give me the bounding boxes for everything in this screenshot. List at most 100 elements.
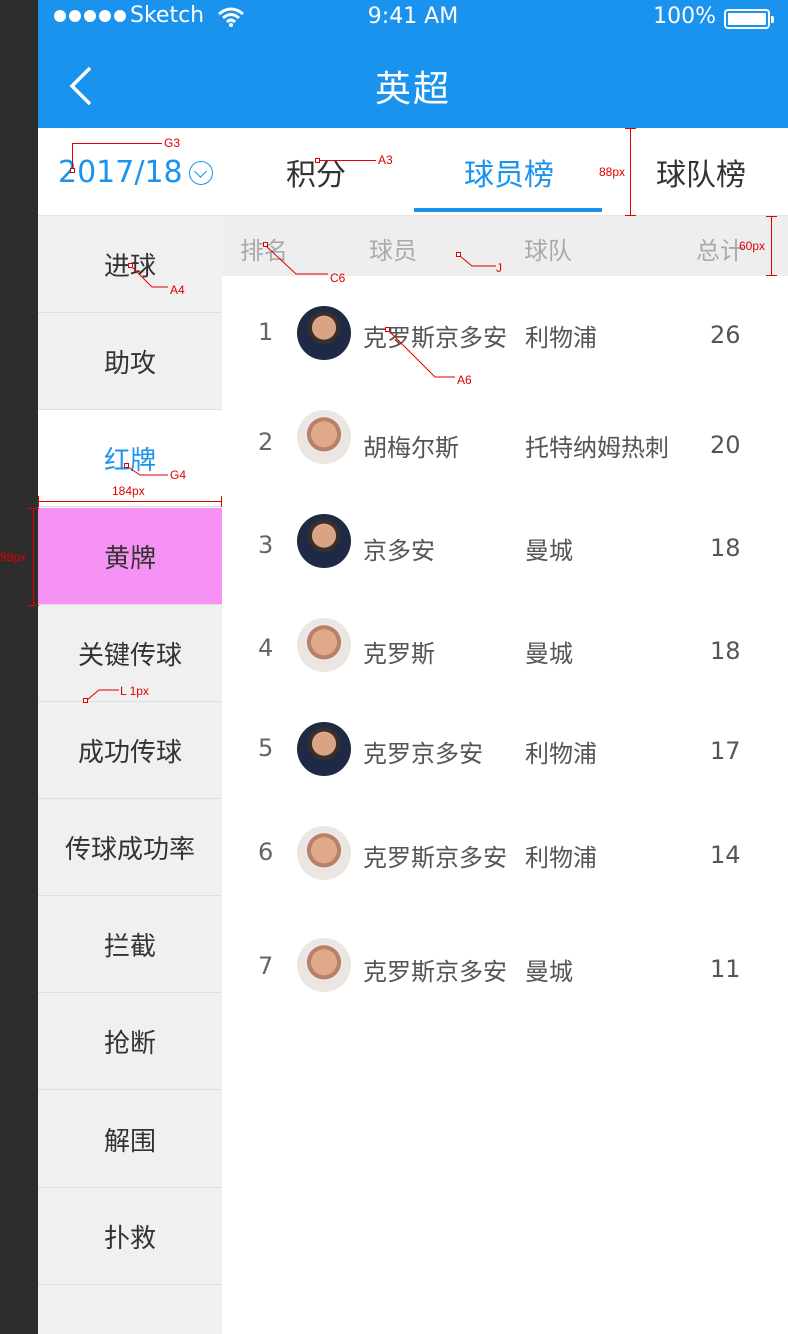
table-row[interactable]: 1 克罗斯京多安 利物浦 26 (222, 276, 788, 380)
sidebar-item-yellow-cards[interactable]: 黄牌 (38, 508, 222, 605)
annotation-98px: 98px (0, 550, 27, 564)
row-total: 26 (710, 321, 741, 349)
sidebar-item-label: 抢断 (103, 1028, 156, 1059)
status-bar: Sketch 9:41 AM 100% (38, 0, 788, 40)
row-team: 利物浦 (525, 324, 597, 352)
row-rank: 5 (258, 734, 274, 762)
row-team: 曼城 (525, 537, 573, 565)
sidebar-item-assists[interactable]: 助攻 (38, 313, 222, 410)
row-total: 11 (710, 955, 741, 983)
row-team: 曼城 (525, 958, 573, 986)
app-header: Sketch 9:41 AM 100% 英超 (38, 0, 788, 128)
avatar (297, 410, 351, 464)
table-row[interactable]: 6 克罗斯京多安 利物浦 14 (222, 796, 788, 900)
tab-player-ranking[interactable]: 球员榜 (464, 150, 554, 194)
row-total: 17 (710, 737, 741, 765)
annotation-l-1px: L 1px (120, 684, 149, 698)
annotation-dimension (28, 508, 39, 509)
row-team: 利物浦 (525, 740, 597, 768)
annotation-dimension (38, 496, 39, 507)
chevron-down-icon (188, 160, 213, 185)
sidebar-item-label: 传球成功率 (64, 834, 195, 865)
annotation-dimension (38, 501, 222, 502)
annotation-leader (131, 266, 168, 288)
row-rank: 1 (258, 318, 274, 346)
battery-icon (724, 9, 774, 29)
avatar (297, 826, 351, 880)
table-row[interactable]: 3 京多安 曼城 18 (222, 484, 788, 588)
annotation-dimension (771, 216, 772, 276)
top-tab-bar: 2017/18 积分 球员榜 球队榜 (38, 128, 788, 216)
avatar (297, 722, 351, 776)
season-selector[interactable]: 2017/18 (58, 155, 213, 190)
annotation-leader (459, 255, 496, 267)
sidebar-item-label: 扑救 (103, 1223, 156, 1254)
sidebar-item-label: 助攻 (103, 348, 156, 379)
tab-standings[interactable]: 积分 (286, 150, 346, 194)
row-player: 克罗京多安 (363, 740, 483, 768)
annotation-a4: A4 (170, 283, 185, 297)
sidebar-item-label: 成功传球 (77, 737, 182, 768)
avatar (297, 618, 351, 672)
row-total: 20 (710, 431, 741, 459)
annotation-leader (320, 160, 376, 161)
avatar (297, 938, 351, 992)
row-rank: 2 (258, 428, 274, 456)
sidebar-item-pass-accuracy[interactable]: 传球成功率 (38, 799, 222, 896)
sidebar-item-label: 解围 (103, 1126, 156, 1157)
annotation-184px: 184px (112, 484, 145, 498)
sidebar-item-clearances[interactable]: 解围 (38, 1091, 222, 1188)
annotation-dimension (766, 275, 777, 276)
annotation-dimension (625, 215, 636, 216)
table-row[interactable]: 7 克罗斯京多安 曼城 11 (222, 910, 788, 1014)
annotation-dimension (221, 496, 222, 507)
annotation-88px: 88px (599, 165, 626, 179)
tab-team-ranking[interactable]: 球队榜 (656, 150, 746, 194)
annotation-leader (72, 143, 73, 171)
sidebar-item-tackles[interactable]: 抢断 (38, 993, 222, 1090)
phone-screen: Sketch 9:41 AM 100% 英超 2017/18 积分 球员榜 球队… (38, 0, 788, 1334)
annotation-c6: C6 (330, 271, 346, 285)
annotation-g3: G3 (164, 136, 181, 150)
sidebar-item-successful-passes[interactable]: 成功传球 (38, 702, 222, 799)
page-title: 英超 (374, 69, 451, 110)
active-tab-indicator (414, 208, 602, 212)
annotation-a6: A6 (457, 373, 472, 387)
row-player: 克罗斯京多安 (363, 958, 507, 986)
sidebar-item-interceptions[interactable]: 拦截 (38, 896, 222, 993)
table-row[interactable]: 4 克罗斯 曼城 18 (222, 588, 788, 692)
annotation-leader (72, 143, 162, 144)
annotation-dimension (625, 128, 636, 129)
row-rank: 6 (258, 838, 274, 866)
annotation-marker (70, 168, 75, 173)
sidebar-item-label: 黄牌 (103, 543, 156, 574)
annotation-g4: G4 (170, 468, 187, 482)
row-rank: 3 (258, 531, 274, 559)
table-row[interactable]: 2 胡梅尔斯 托特纳姆热刺 20 (222, 380, 788, 484)
row-total: 18 (710, 637, 741, 665)
annotation-leader (86, 689, 119, 701)
table-row[interactable]: 5 克罗京多安 利物浦 17 (222, 692, 788, 796)
annotation-leader (388, 330, 455, 378)
row-team: 曼城 (525, 640, 573, 668)
battery-percent: 100% (653, 4, 716, 29)
header-player: 球员 (369, 237, 417, 265)
header-team: 球队 (524, 237, 572, 265)
row-total: 14 (710, 841, 741, 869)
row-player: 克罗斯京多安 (363, 844, 507, 872)
annotation-dimension (630, 128, 631, 216)
sidebar-item-saves[interactable]: 扑救 (38, 1188, 222, 1285)
annotation-j: J (496, 261, 502, 275)
annotation-60px: 60px (739, 239, 766, 253)
annotation-leader (265, 245, 328, 275)
annotation-dimension (766, 216, 777, 217)
sidebar-item-label: 关键传球 (77, 640, 182, 671)
season-value: 2017/18 (58, 155, 183, 190)
row-team: 利物浦 (525, 844, 597, 872)
annotation-leader (127, 466, 168, 476)
annotation-dimension (28, 605, 39, 606)
row-player: 京多安 (363, 537, 435, 565)
row-player: 克罗斯 (363, 640, 435, 668)
avatar (297, 306, 351, 360)
annotation-dimension (33, 508, 34, 606)
